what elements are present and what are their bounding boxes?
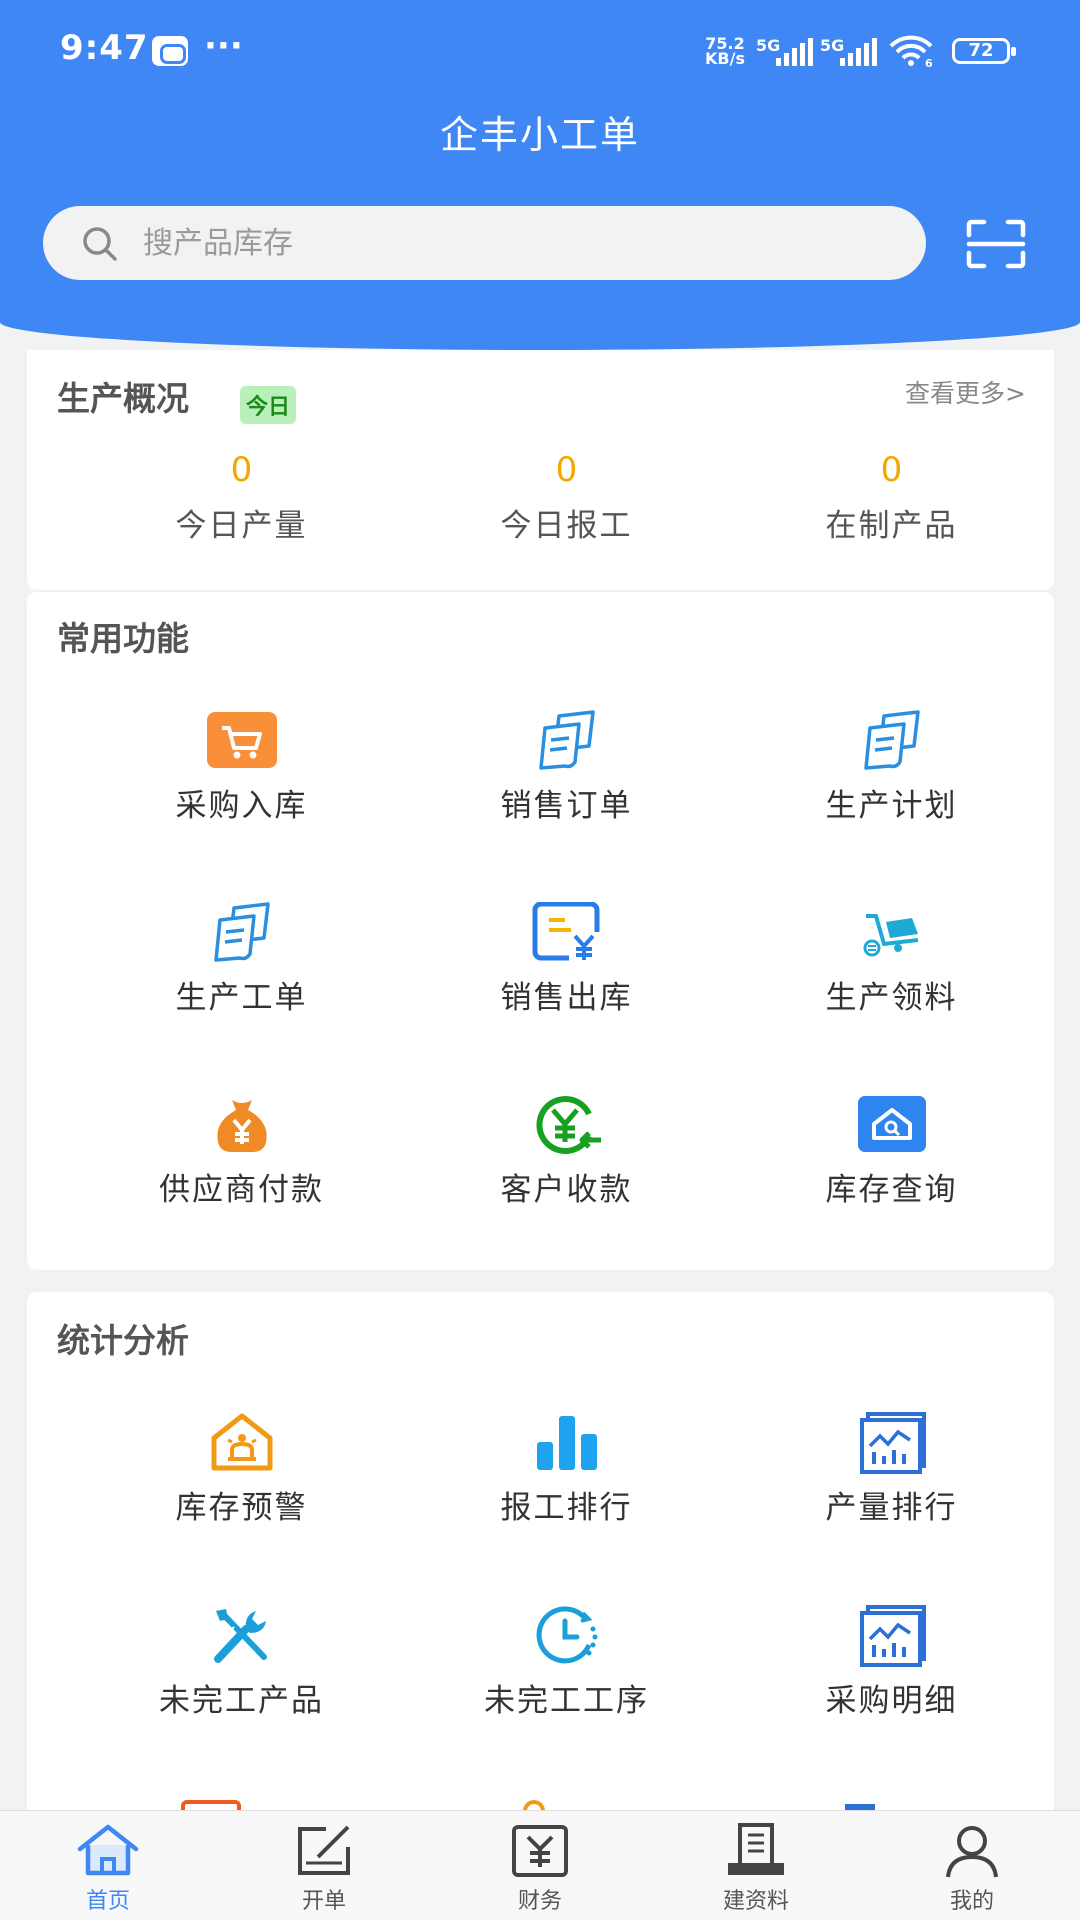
tab-label: 开单 [301,1889,346,1914]
document-icon [214,902,270,962]
stat-value: 0 [230,450,253,490]
grid-item-unfinished-products[interactable]: 未完工产品 [79,1605,404,1755]
grid-item-unfinished-processes[interactable]: 未完工工序 [404,1605,729,1755]
grid-item-label: 库存预警 [175,1490,308,1526]
tab-label: 首页 [85,1889,130,1914]
search-input[interactable] [143,206,903,280]
search-bar[interactable] [43,206,926,280]
tab-finance[interactable]: 财务 [432,1811,648,1920]
tab-create-data[interactable]: 建资料 [648,1811,864,1920]
grid-item-inventory-query[interactable]: 库存查询 [729,1094,1054,1244]
edit-icon [298,1825,350,1875]
scan-icon[interactable] [966,219,1026,269]
signal-2-icon: 5G [820,36,880,68]
common-functions-title: 常用功能 [57,619,189,658]
message-notification-icon [152,36,188,66]
stat-label: 今日产量 [175,508,308,544]
money-bag-icon [217,1100,267,1152]
battery-icon: 72 [952,38,1016,64]
grid-item-customer-receipt[interactable]: 客户收款 [404,1094,729,1244]
search-icon [83,227,117,261]
grid-item-label: 产量排行 [825,1490,958,1526]
register-icon [728,1823,784,1875]
home-icon [77,1824,139,1876]
grid-item-label: 采购入库 [175,788,308,824]
grid-item-production-material[interactable]: 生产领料 [729,902,1054,1052]
grid-item-purchase-inbound[interactable]: 采购入库 [79,710,404,860]
more-notifications-icon: ··· [204,26,243,66]
house-alarm-icon [211,1413,273,1471]
user-icon [946,1826,998,1878]
grid-item-label: 客户收款 [500,1172,633,1208]
statistics-card: 统计分析 库存预警 报工排行 产量排行 未完工产品 未完工工序 采购明细 [27,1292,1054,1832]
tab-label: 财务 [517,1889,562,1914]
grid-item-label: 未完工产品 [159,1683,324,1719]
grid-item-label: 未完工工序 [484,1683,649,1719]
yen-box-icon [512,1825,568,1877]
view-more-link[interactable]: 查看更多> [905,374,1026,410]
grid-item-supplier-payment[interactable]: 供应商付款 [79,1094,404,1244]
grid-item-output-ranking[interactable]: 产量排行 [729,1412,1054,1562]
house-search-icon [858,1096,926,1152]
stat-today-output[interactable]: 0 今日产量 [79,450,404,545]
grid-item-production-order[interactable]: 生产工单 [79,902,404,1052]
chart-board-icon [860,1412,926,1474]
signal-1-icon: 5G [756,36,816,68]
stat-label: 今日报工 [500,508,633,544]
grid-item-label: 生产工单 [175,980,308,1016]
overview-title: 生产概况 [57,379,189,418]
bottom-tab-bar: 首页 开单 财务 建资料 我的 [0,1810,1080,1920]
stat-label: 在制产品 [825,508,958,544]
yen-receive-icon [536,1096,601,1154]
tab-label: 建资料 [722,1889,789,1914]
overview-card: 生产概况 今日 查看更多> 0 今日产量 0 今日报工 0 在制产品 [27,350,1054,590]
tab-mine[interactable]: 我的 [864,1811,1080,1920]
status-bar: 9:47 ··· 75.2 KB/s 5G 5G 6 72 [0,0,1080,100]
wifi-sub: 6 [925,57,933,68]
network-speed: 75.2 KB/s [705,36,745,68]
invoice-yen-icon [532,902,601,962]
stat-value: 0 [555,450,578,490]
grid-item-label: 报工排行 [500,1490,633,1526]
document-icon [539,710,595,770]
trolley-icon [863,914,919,957]
today-badge: 今日 [240,386,297,424]
grid-item-sales-outbound[interactable]: 销售出库 [404,902,729,1052]
grid-item-sales-order[interactable]: 销售订单 [404,710,729,860]
stat-value: 0 [880,450,903,490]
grid-item-label: 生产领料 [825,980,958,1016]
document-icon [864,710,920,770]
statistics-title: 统计分析 [57,1321,189,1360]
tools-icon [214,1609,267,1663]
network-speed-unit: KB/s [705,49,745,68]
bar-chart-icon [537,1416,597,1470]
stat-today-report[interactable]: 0 今日报工 [404,450,729,545]
stat-in-production[interactable]: 0 在制产品 [729,450,1054,545]
grid-item-label: 销售出库 [500,980,633,1016]
grid-item-label: 采购明细 [825,1683,958,1719]
tab-home[interactable]: 首页 [0,1811,216,1920]
status-time: 9:47 [60,28,149,68]
cart-icon [207,712,277,768]
wifi-icon: 6 [889,35,933,68]
grid-item-label: 库存查询 [825,1172,958,1208]
grid-item-production-plan[interactable]: 生产计划 [729,710,1054,860]
page-title: 企丰小工单 [439,113,640,157]
tab-label: 我的 [949,1889,994,1914]
grid-item-label: 销售订单 [500,788,633,824]
grid-item-report-ranking[interactable]: 报工排行 [404,1412,729,1562]
grid-item-label: 供应商付款 [159,1172,324,1208]
chart-board-icon [860,1605,926,1667]
clock-icon [536,1606,598,1664]
tab-create-order[interactable]: 开单 [216,1811,432,1920]
grid-item-label: 生产计划 [825,788,958,824]
grid-item-inventory-warning[interactable]: 库存预警 [79,1412,404,1562]
grid-item-purchase-details[interactable]: 采购明细 [729,1605,1054,1755]
common-functions-card: 常用功能 采购入库 销售订单 生产计划 生产工单 销售出库 生产领料 供应商付款… [27,592,1054,1270]
